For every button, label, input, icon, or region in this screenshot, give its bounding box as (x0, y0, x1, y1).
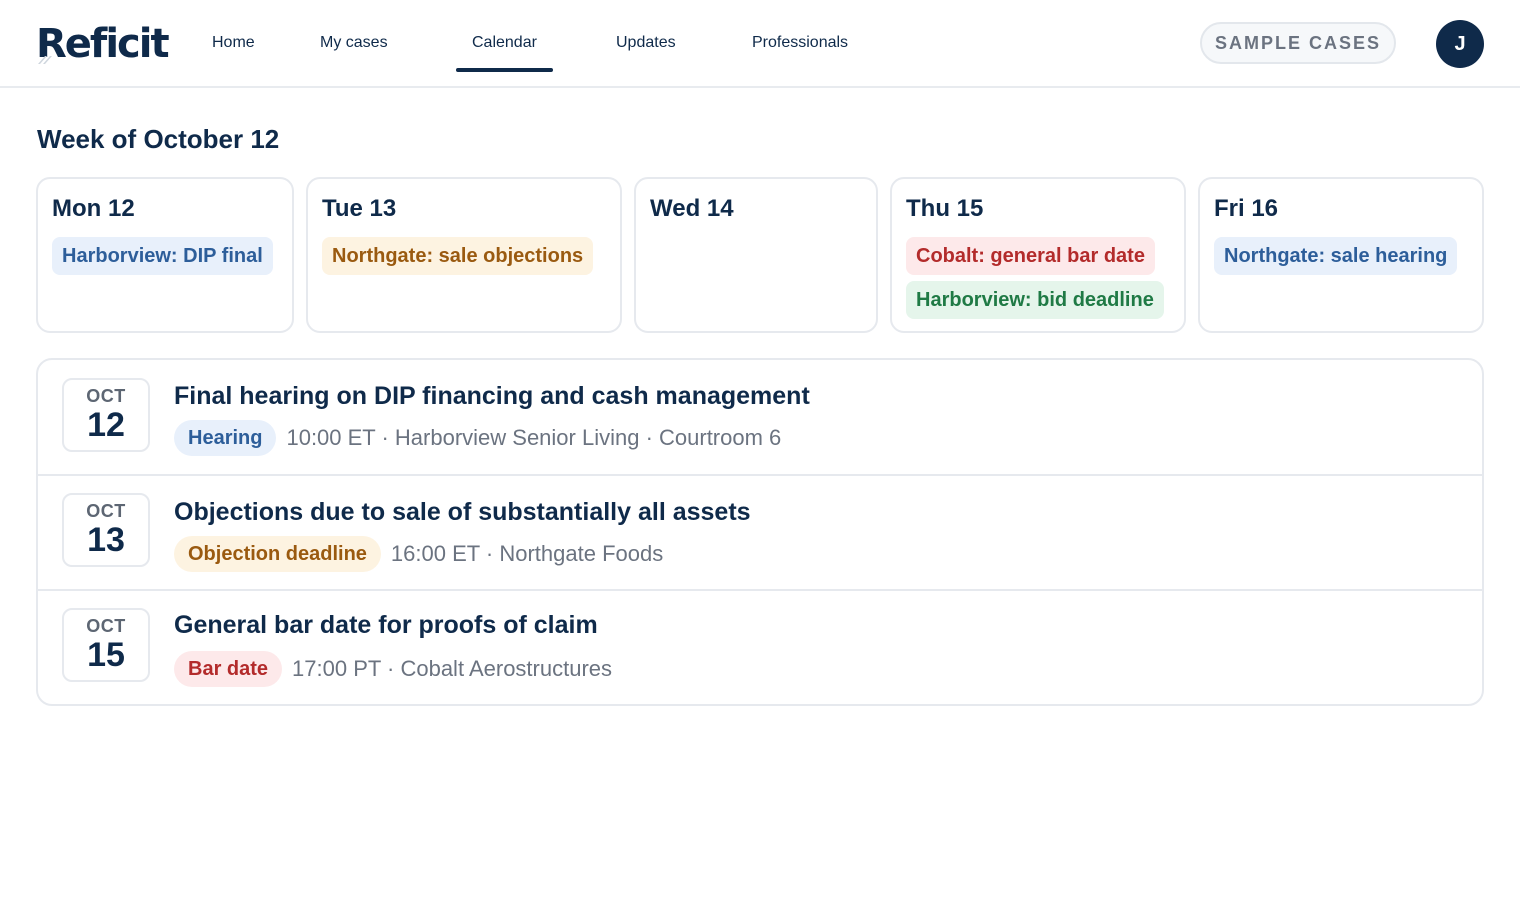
event-detail: 10:00 ET · Harborview Senior Living · Co… (286, 425, 782, 450)
day-card-fri[interactable]: Fri 16 Northgate: sale hearing (1198, 177, 1484, 333)
event-meta: Objection deadline 16:00 ET · Northgate … (174, 536, 663, 572)
day-label: Tue 13 (322, 195, 397, 222)
event-month: OCT (86, 386, 126, 406)
event-row[interactable]: OCT 12 Final hearing on DIP financing an… (38, 360, 1482, 476)
day-event-chip[interactable]: Northgate: sale objections (322, 237, 594, 275)
event-detail: 16:00 ET · Northgate Foods (390, 541, 664, 566)
event-row[interactable]: OCT 15 General bar date for proofs of cl… (38, 591, 1482, 704)
logo-stripes-icon (38, 56, 52, 64)
event-day: 13 (87, 521, 125, 559)
top-navigation-bar: Reficit Home My cases Calendar Updates P… (0, 0, 1520, 88)
nav-home[interactable]: Home (212, 0, 255, 86)
event-title[interactable]: Final hearing on DIP financing and cash … (174, 382, 810, 411)
nav-updates[interactable]: Updates (616, 0, 676, 86)
day-label: Thu 15 (906, 195, 984, 222)
day-label: Wed 14 (650, 195, 734, 222)
day-card-tue[interactable]: Tue 13 Northgate: sale objections (306, 177, 622, 333)
nav-updates-label: Updates (616, 34, 676, 51)
nav-home-label: Home (212, 34, 255, 51)
day-card-wed[interactable]: Wed 14 (634, 177, 878, 333)
day-event-chip[interactable]: Northgate: sale hearing (1214, 237, 1458, 275)
day-card-thu[interactable]: Thu 15 Cobalt: general bar date Harborvi… (890, 177, 1186, 333)
nav-calendar-label: Calendar (472, 34, 537, 51)
event-day: 15 (87, 636, 125, 674)
day-card-mon[interactable]: Mon 12 Harborview: DIP final (36, 177, 294, 333)
nav-calendar[interactable]: Calendar (456, 0, 553, 86)
brand-logo[interactable]: Reficit (36, 21, 170, 67)
event-month: OCT (86, 616, 126, 636)
event-date-badge: OCT 15 (62, 608, 150, 682)
day-event-chip[interactable]: Cobalt: general bar date (906, 237, 1155, 275)
event-title[interactable]: Objections due to sale of substantially … (174, 498, 751, 527)
event-date-badge: OCT 12 (62, 378, 150, 452)
nav-my-cases[interactable]: My cases (320, 0, 388, 86)
day-label: Fri 16 (1214, 195, 1279, 222)
day-label: Mon 12 (52, 195, 135, 222)
event-month: OCT (86, 501, 126, 521)
event-meta: Bar date 17:00 PT · Cobalt Aerostructure… (174, 651, 612, 687)
event-list: OCT 12 Final hearing on DIP financing an… (36, 358, 1484, 706)
event-type-tag: Objection deadline (174, 536, 381, 572)
user-avatar[interactable]: J (1436, 20, 1484, 68)
sample-cases-button[interactable]: SAMPLE CASES (1200, 22, 1396, 64)
event-detail: 17:00 PT · Cobalt Aerostructures (292, 656, 613, 681)
event-row[interactable]: OCT 13 Objections due to sale of substan… (38, 476, 1482, 591)
event-type-tag: Bar date (174, 651, 283, 687)
event-day: 12 (87, 406, 125, 444)
nav-professionals-label: Professionals (752, 34, 849, 51)
day-event-chip[interactable]: Harborview: DIP final (52, 237, 273, 275)
event-date-badge: OCT 13 (62, 493, 150, 567)
week-title: Week of October 12 (37, 124, 280, 154)
event-title[interactable]: General bar date for proofs of claim (174, 611, 598, 640)
event-meta: Hearing 10:00 ET · Harborview Senior Liv… (174, 420, 781, 456)
event-type-tag: Hearing (174, 420, 277, 456)
nav-my-cases-label: My cases (320, 34, 388, 51)
nav-professionals[interactable]: Professionals (752, 0, 848, 86)
day-event-chip[interactable]: Harborview: bid deadline (906, 281, 1164, 319)
